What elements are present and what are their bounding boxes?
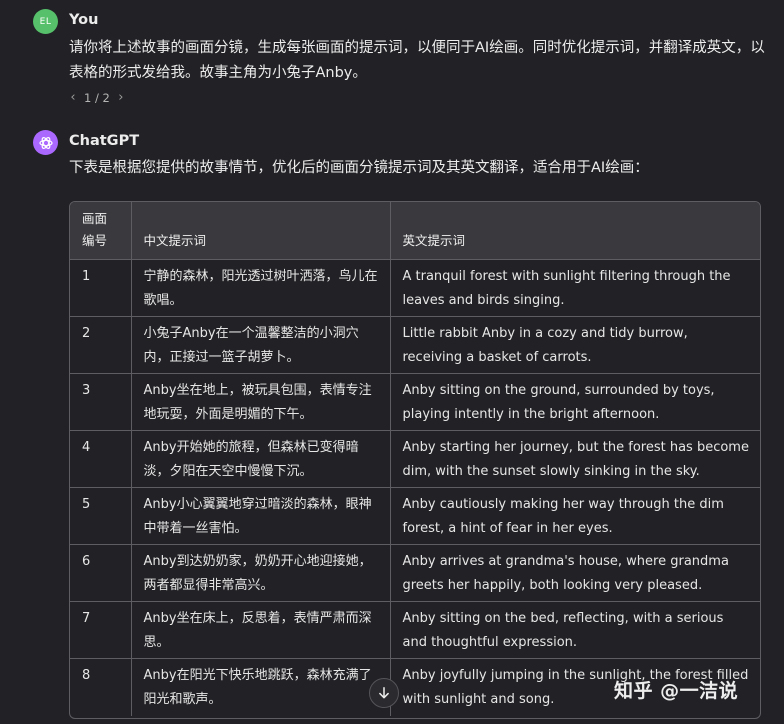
- openai-logo-glyph: [38, 136, 53, 149]
- cell-scene-number: 6: [70, 544, 132, 602]
- user-message-text: 请你将上述故事的画面分镜，生成每张画面的提示词，以便同于AI绘画。同时优化提示词…: [69, 40, 765, 81]
- table-row: 4 Anby开始她的旅程，但森林已变得暗淡，夕阳在天空中慢慢下沉。 Anby s…: [70, 430, 760, 488]
- openai-logo-icon: [33, 130, 58, 155]
- table-header-row: 画面编号 中文提示词 英文提示词: [70, 202, 760, 260]
- message-pager: ‹ 1 / 2 ›: [68, 90, 126, 105]
- table-row: 2 小兔子Anby在一个温馨整洁的小洞穴内，正接过一篮子胡萝卜。 Little …: [70, 316, 760, 374]
- assistant-sender-name: ChatGPT: [69, 133, 140, 149]
- cell-english-prompt: A tranquil forest with sunlight filterin…: [390, 259, 760, 317]
- cell-scene-number: 5: [70, 487, 132, 545]
- pager-label: 1 / 2: [84, 90, 110, 105]
- cell-english-prompt: Anby arrives at grandma's house, where g…: [390, 544, 760, 602]
- cell-scene-number: 7: [70, 601, 132, 659]
- table-row: 6 Anby到达奶奶家，奶奶开心地迎接她，两者都显得非常高兴。 Anby arr…: [70, 544, 760, 602]
- user-sender-name: You: [69, 12, 99, 28]
- table-row: 7 Anby坐在床上，反思着，表情严肃而深思。 Anby sitting on …: [70, 601, 760, 659]
- header-scene-number: 画面编号: [70, 202, 132, 260]
- cell-chinese-prompt: Anby坐在地上，被玩具包围，表情专注地玩耍，外面是明媚的下午。: [131, 373, 391, 431]
- cell-english-prompt: Anby sitting on the bed, reflecting, wit…: [390, 601, 760, 659]
- cell-scene-number: 1: [70, 259, 132, 317]
- header-chinese-prompt: 中文提示词: [131, 202, 391, 260]
- header-english-prompt: 英文提示词: [390, 202, 760, 260]
- cell-chinese-prompt: 小兔子Anby在一个温馨整洁的小洞穴内，正接过一篮子胡萝卜。: [131, 316, 391, 374]
- cell-english-prompt: Anby cautiously making her way through t…: [390, 487, 760, 545]
- prompt-table: 画面编号 中文提示词 英文提示词 1 宁静的森林，阳光透过树叶洒落，鸟儿在歌唱。…: [70, 202, 760, 716]
- cell-english-prompt: Anby starting her journey, but the fores…: [390, 430, 760, 488]
- zhihu-watermark: 知乎 @一洁说: [614, 680, 739, 702]
- cell-english-prompt: Anby sitting on the ground, surrounded b…: [390, 373, 760, 431]
- chevron-left-icon[interactable]: ‹: [68, 90, 78, 105]
- cell-chinese-prompt: 宁静的森林，阳光透过树叶洒落，鸟儿在歌唱。: [131, 259, 391, 317]
- prompt-table-container: 画面编号 中文提示词 英文提示词 1 宁静的森林，阳光透过树叶洒落，鸟儿在歌唱。…: [69, 201, 761, 719]
- table-row: 5 Anby小心翼翼地穿过暗淡的森林，眼神中带着一丝害怕。 Anby cauti…: [70, 487, 760, 545]
- cell-scene-number: 8: [70, 658, 132, 716]
- cell-chinese-prompt: Anby坐在床上，反思着，表情严肃而深思。: [131, 601, 391, 659]
- chevron-right-icon[interactable]: ›: [116, 90, 126, 105]
- scroll-to-bottom-button[interactable]: [369, 678, 399, 708]
- cell-english-prompt: Little rabbit Anby in a cozy and tidy bu…: [390, 316, 760, 374]
- table-row: 3 Anby坐在地上，被玩具包围，表情专注地玩耍，外面是明媚的下午。 Anby …: [70, 373, 760, 431]
- user-avatar: EL: [33, 9, 58, 34]
- assistant-intro-text: 下表是根据您提供的故事情节，优化后的画面分镜提示词及其英文翻译，适合用于AI绘画…: [69, 160, 649, 176]
- cell-chinese-prompt: Anby在阳光下快乐地跳跃，森林充满了阳光和歌声。: [131, 658, 391, 716]
- cell-scene-number: 3: [70, 373, 132, 431]
- cell-chinese-prompt: Anby到达奶奶家，奶奶开心地迎接她，两者都显得非常高兴。: [131, 544, 391, 602]
- cell-chinese-prompt: Anby小心翼翼地穿过暗淡的森林，眼神中带着一丝害怕。: [131, 487, 391, 545]
- cell-scene-number: 4: [70, 430, 132, 488]
- cell-scene-number: 2: [70, 316, 132, 374]
- arrow-down-icon: [379, 686, 389, 699]
- cell-chinese-prompt: Anby开始她的旅程，但森林已变得暗淡，夕阳在天空中慢慢下沉。: [131, 430, 391, 488]
- table-row: 1 宁静的森林，阳光透过树叶洒落，鸟儿在歌唱。 A tranquil fores…: [70, 259, 760, 317]
